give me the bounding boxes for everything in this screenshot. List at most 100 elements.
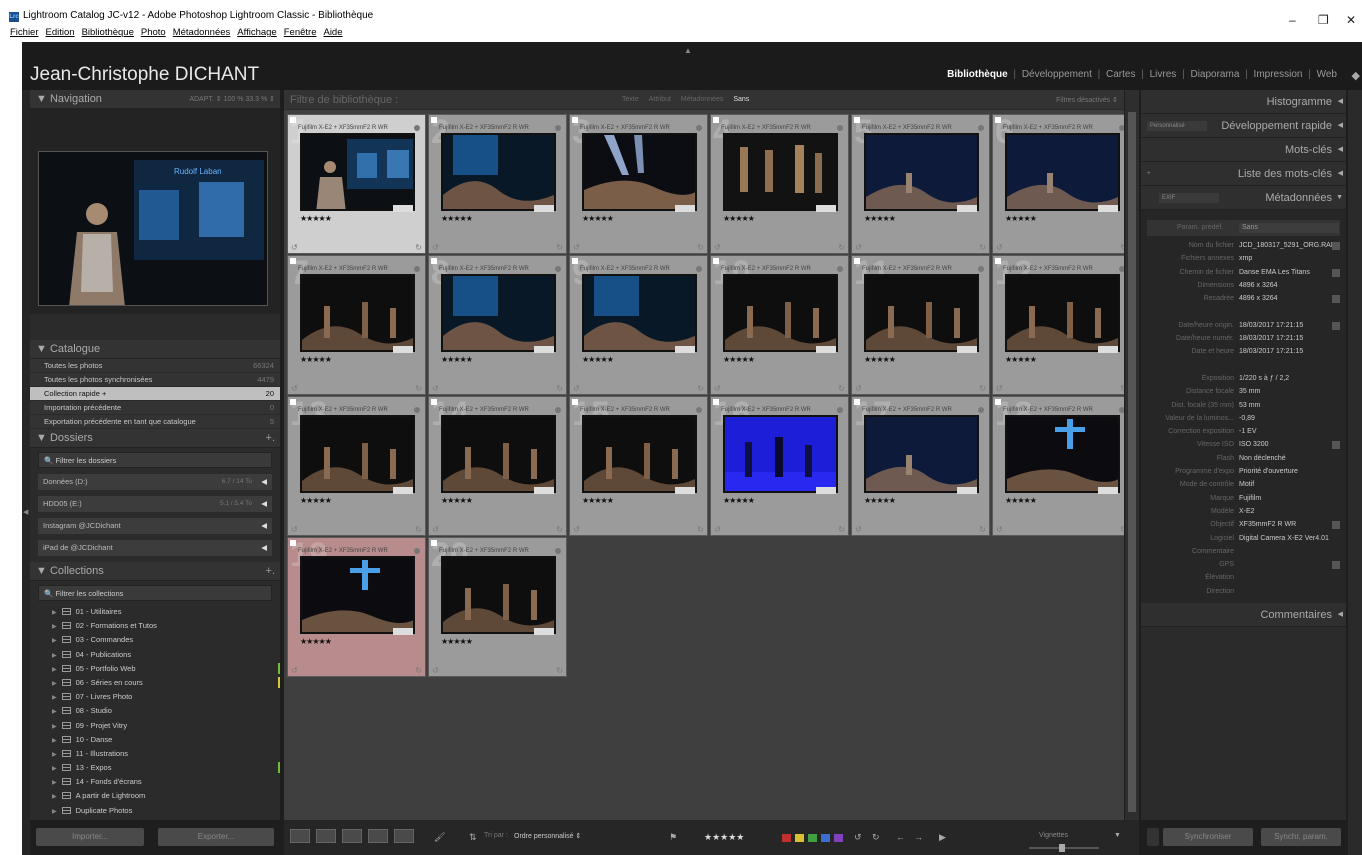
star-rating[interactable]: ★★★★★ <box>723 214 755 223</box>
flag-icon[interactable] <box>713 258 719 264</box>
metadata-view-select[interactable]: EXIF <box>1159 193 1219 203</box>
loupe-view-button[interactable] <box>316 829 336 843</box>
rotate-left-icon[interactable]: ↺ <box>714 243 721 252</box>
metadata-header[interactable]: EXIF Métadonnées ▼ <box>1141 186 1346 210</box>
rotate-right-icon[interactable]: ↻ <box>415 243 422 252</box>
expand-triangle-icon[interactable]: ▶ <box>52 667 57 673</box>
star-rating[interactable]: ★★★★★ <box>864 496 896 505</box>
color-label-2[interactable] <box>808 834 817 842</box>
flag-icon[interactable] <box>290 399 296 405</box>
flag-icon[interactable] <box>431 117 437 123</box>
navigator-preview[interactable]: Rudolf Laban <box>38 151 268 306</box>
histogram-header[interactable]: Histogramme ◀ <box>1141 90 1346 114</box>
minimize-button[interactable]: – <box>1289 13 1296 27</box>
rotate-left-icon[interactable]: ↺ <box>291 525 298 534</box>
rotate-left-icon[interactable]: ↺ <box>291 384 298 393</box>
star-rating[interactable]: ★★★★★ <box>582 355 614 364</box>
volume-item[interactable]: Données (D:) 6.7 / 14 To ◀ <box>38 474 272 490</box>
sort-select[interactable]: Ordre personnalisé ⇕ <box>514 832 581 840</box>
filter-option-0[interactable]: Texte <box>622 96 639 103</box>
rotate-right-icon[interactable]: ↻ <box>1120 384 1124 393</box>
comments-header[interactable]: Commentaires ◀ <box>1141 603 1346 628</box>
rotate-right-icon[interactable]: ↻ <box>556 384 563 393</box>
flag-icon[interactable] <box>431 258 437 264</box>
rotate-right-icon[interactable]: ↻ <box>1120 525 1124 534</box>
compare-view-button[interactable] <box>342 829 362 843</box>
photo-cell[interactable]: 2 Fujifilm X-E2 + XF35mmF2 R WR ★★★★★ ↺ ↻ <box>428 113 567 254</box>
photo-thumbnail[interactable] <box>441 415 556 493</box>
quick-develop-preset[interactable]: Personnalisé <box>1147 121 1207 131</box>
star-rating[interactable]: ★★★★★ <box>441 496 473 505</box>
flag-icon[interactable] <box>995 258 1001 264</box>
star-rating[interactable]: ★★★★★ <box>300 214 332 223</box>
module-0[interactable]: Bibliothèque <box>944 69 1011 80</box>
collection-set[interactable]: ▶ 13 - Expos <box>30 761 280 775</box>
keyword-list-header[interactable]: + Liste des mots-clés ◀ <box>1141 162 1346 186</box>
rotate-left-icon[interactable]: ↺ <box>432 384 439 393</box>
menu-6[interactable]: Fenêtre <box>284 27 317 38</box>
rotate-left-icon[interactable]: ↺ <box>432 525 439 534</box>
right-panel-edge[interactable] <box>1348 90 1362 855</box>
photo-thumbnail[interactable] <box>300 274 415 352</box>
photo-cell[interactable]: 17 Fujifilm X-E2 + XF35mmF2 R WR ★★★★★ ↺ ↻ <box>851 395 990 536</box>
star-rating[interactable]: ★★★★★ <box>1005 496 1037 505</box>
flag-icon[interactable] <box>713 399 719 405</box>
close-button[interactable]: ✕ <box>1346 13 1356 27</box>
flag-icon[interactable] <box>713 117 719 123</box>
menu-5[interactable]: Affichage <box>237 27 276 38</box>
collection-set[interactable]: ▶ 03 - Commandes <box>30 633 280 647</box>
rotate-left-icon[interactable]: ↺ <box>855 525 862 534</box>
rotate-right-icon[interactable]: ↻ <box>415 525 422 534</box>
rotate-left-icon[interactable]: ↺ <box>573 525 580 534</box>
folders-header[interactable]: ▼ Dossiers +. <box>30 429 280 448</box>
top-panel-toggle-icon[interactable]: ▲ <box>684 46 692 55</box>
collection-set[interactable]: ▶ 04 - Publications <box>30 648 280 662</box>
expand-triangle-icon[interactable]: ▶ <box>52 610 57 616</box>
star-rating[interactable]: ★★★★★ <box>723 496 755 505</box>
collection-filter-input[interactable]: 🔍 Filtrer les collections <box>38 585 272 601</box>
flag-icon[interactable]: ⚑ <box>669 832 677 843</box>
flag-icon[interactable] <box>431 540 437 546</box>
rotate-right-icon[interactable]: ↻ <box>697 384 704 393</box>
module-3[interactable]: Livres <box>1147 69 1180 80</box>
photo-cell[interactable]: 16 Fujifilm X-E2 + XF35mmF2 R WR ★★★★★ ↺ ↻ <box>710 395 849 536</box>
photo-cell[interactable]: 5 Fujifilm X-E2 + XF35mmF2 R WR ★★★★★ ↺ ↻ <box>851 113 990 254</box>
filter-presets[interactable]: Filtres désactivés ⇕ <box>1056 96 1118 104</box>
rotate-left-icon[interactable]: ↺ <box>714 525 721 534</box>
volume-toggle-icon[interactable]: ◀ <box>261 496 267 512</box>
metadata-action-icon[interactable] <box>1332 561 1340 570</box>
painter-icon[interactable]: 🖌 <box>434 832 445 843</box>
color-label-3[interactable] <box>821 834 830 842</box>
catalogue-item[interactable]: Toutes les photos synchronisées 4479 <box>30 373 280 387</box>
photo-cell[interactable]: 6 Fujifilm X-E2 + XF35mmF2 R WR ★★★★★ ↺ ↻ <box>992 113 1124 254</box>
metadata-action-icon[interactable] <box>1332 521 1340 530</box>
flag-icon[interactable] <box>431 399 437 405</box>
catalogue-item[interactable]: Toutes les photos 66324 <box>30 359 280 373</box>
sync-metadata-button[interactable]: Synchroniser <box>1163 828 1253 846</box>
star-rating[interactable]: ★★★★★ <box>723 355 755 364</box>
menu-4[interactable]: Métadonnées <box>173 27 231 38</box>
rotate-right-icon[interactable]: ↻ <box>556 666 563 675</box>
expand-triangle-icon[interactable]: ▶ <box>52 724 57 730</box>
collection-set[interactable]: ▶ 09 - Projet Vitry <box>30 719 280 733</box>
catalogue-header[interactable]: ▼ Catalogue <box>30 340 280 359</box>
color-label-1[interactable] <box>795 834 804 842</box>
navigator[interactable]: Rudolf Laban <box>30 109 280 314</box>
rotate-right-icon[interactable]: ↻ <box>872 832 880 843</box>
slider-knob[interactable] <box>1059 844 1065 852</box>
collection-set[interactable]: ▶ 08 - Studio <box>30 704 280 718</box>
volume-toggle-icon[interactable]: ◀ <box>261 540 267 556</box>
rotate-right-icon[interactable]: ↻ <box>697 243 704 252</box>
folder-filter-input[interactable]: 🔍 Filtrer les dossiers <box>38 452 272 468</box>
color-label-0[interactable] <box>782 834 791 842</box>
expand-triangle-icon[interactable]: ▶ <box>52 695 57 701</box>
photo-thumbnail[interactable] <box>864 274 979 352</box>
photo-cell[interactable]: 11 Fujifilm X-E2 + XF35mmF2 R WR ★★★★★ ↺ ↻ <box>851 254 990 395</box>
collection-set[interactable]: ▶ 11 - Illustrations <box>30 747 280 761</box>
star-rating[interactable]: ★★★★★ <box>1005 355 1037 364</box>
flag-icon[interactable] <box>290 540 296 546</box>
collection-set[interactable]: ▶ 05 - Portfolio Web <box>30 662 280 676</box>
rotate-right-icon[interactable]: ↻ <box>838 243 845 252</box>
volume-item[interactable]: HDD05 (E:) 5.1 / 5.4 To ◀ <box>38 496 272 512</box>
star-rating[interactable]: ★★★★★ <box>864 355 896 364</box>
